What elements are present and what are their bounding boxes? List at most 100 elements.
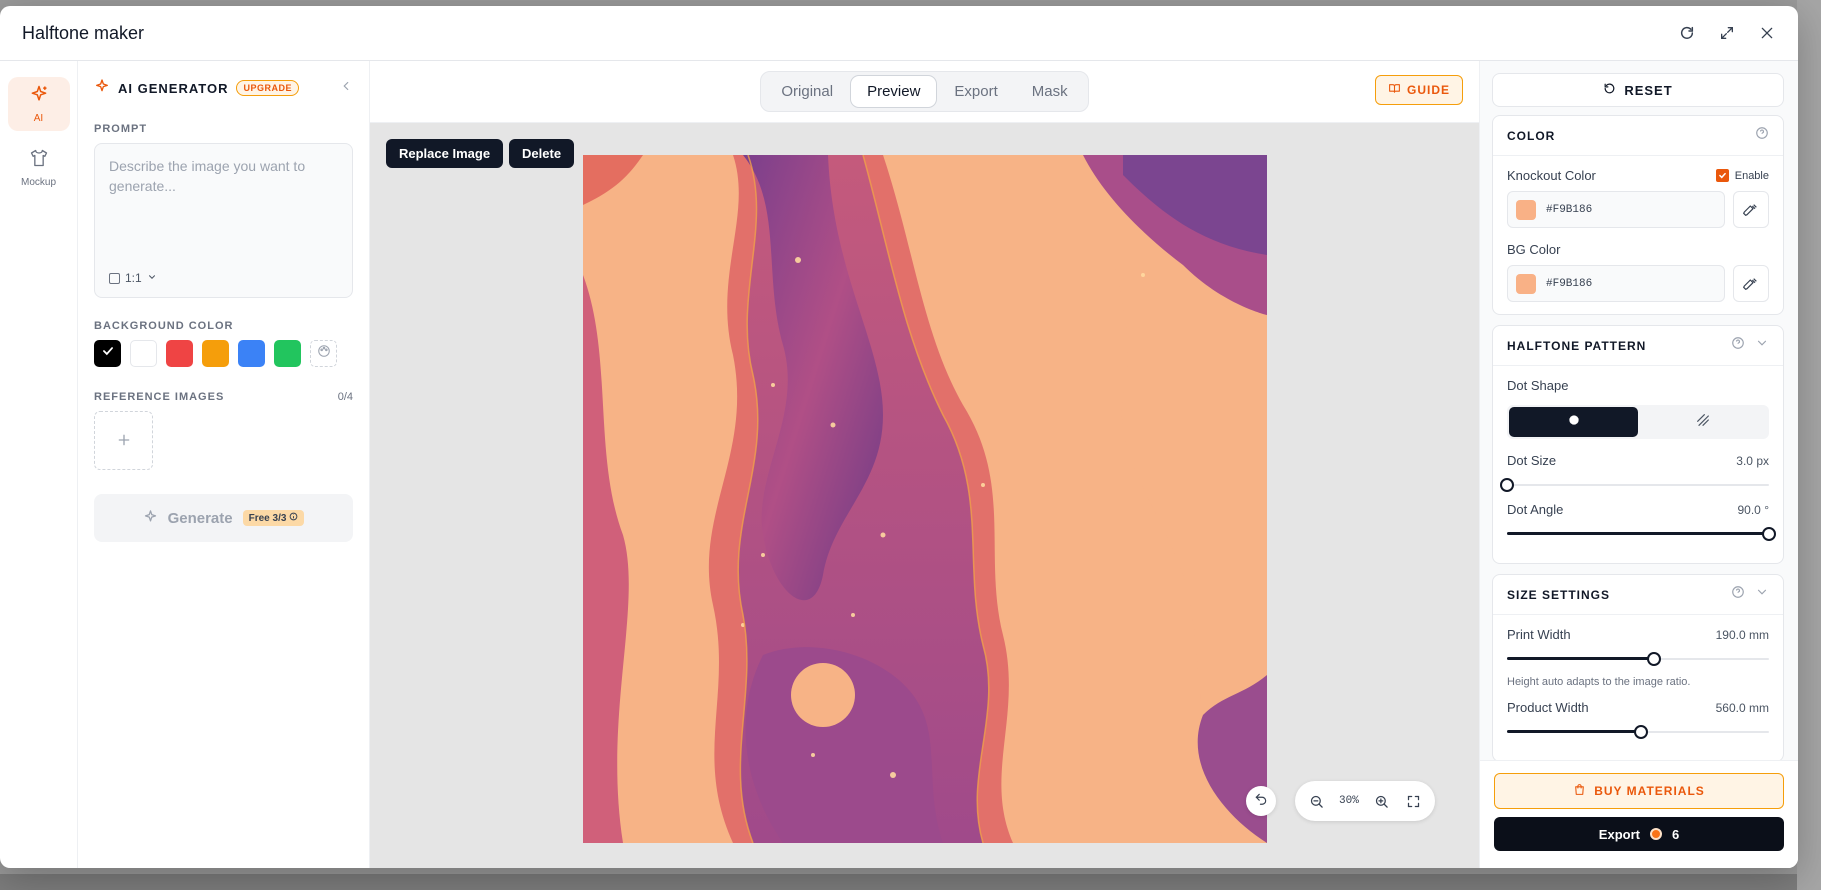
guide-label: GUIDE — [1406, 83, 1450, 97]
book-icon — [1388, 82, 1401, 98]
size-settings-card: SIZE SETTINGS Print Width 190.0 mm Heigh… — [1492, 574, 1784, 760]
print-width-slider[interactable] — [1507, 650, 1769, 668]
bg-color-field[interactable]: #F9B186 — [1507, 265, 1725, 302]
diagonal-lines-icon — [1695, 412, 1711, 433]
slider-thumb[interactable] — [1500, 478, 1514, 492]
image-canvas[interactable]: Replace Image Delete 30% — [370, 123, 1479, 868]
modal-title: Halftone maker — [22, 22, 145, 43]
zoom-out-icon[interactable] — [1307, 792, 1325, 810]
palette-icon — [317, 344, 331, 363]
chevron-down-icon — [147, 271, 157, 285]
image-actions: Replace Image Delete — [386, 139, 575, 168]
rail-item-label: Mockup — [20, 177, 56, 188]
prompt-box: 1:1 — [94, 143, 353, 298]
halftone-card-header[interactable]: HALFTONE PATTERN — [1493, 326, 1783, 366]
guide-button[interactable]: GUIDE — [1374, 75, 1463, 105]
help-icon[interactable] — [1731, 585, 1745, 604]
print-width-unit: mm — [1749, 627, 1769, 642]
reference-images-header: REFERENCE IMAGES 0/4 — [94, 391, 353, 403]
swatch-red[interactable] — [166, 340, 193, 367]
swatch-blue[interactable] — [238, 340, 265, 367]
halftone-preview-image — [583, 155, 1267, 843]
dot-angle-row: Dot Angle 90.0 ° — [1507, 502, 1769, 517]
custom-color-button[interactable] — [310, 340, 337, 367]
color-card-body: Knockout Color Enable #F9B186 BG Color #… — [1493, 156, 1783, 314]
tab-original[interactable]: Original — [765, 76, 849, 107]
settings-scroll[interactable]: RESET COLOR Knockout Color Enable #F9B18… — [1480, 61, 1798, 760]
zoom-in-icon[interactable] — [1373, 792, 1391, 810]
print-width-value-wrap: 190.0 mm — [1716, 628, 1769, 642]
help-icon[interactable] — [1731, 336, 1745, 355]
tab-export[interactable]: Export — [938, 76, 1013, 107]
background-bottom-bar — [0, 874, 1821, 890]
reset-icon — [1603, 82, 1616, 98]
product-width-slider[interactable] — [1507, 723, 1769, 741]
reference-images-count: 0/4 — [337, 391, 353, 403]
color-card-header: COLOR — [1493, 116, 1783, 156]
knockout-color-label: Knockout Color — [1507, 168, 1596, 183]
fit-screen-icon[interactable] — [1405, 792, 1423, 810]
upgrade-badge[interactable]: UPGRADE — [236, 80, 299, 96]
panel-title: AI GENERATOR — [118, 80, 229, 96]
plus-icon — [116, 428, 132, 454]
tab-preview[interactable]: Preview — [851, 76, 937, 107]
rail-item-mockup[interactable]: Mockup — [8, 141, 70, 195]
generate-button[interactable]: Generate Free 3/3 — [94, 494, 353, 542]
color-card-title: COLOR — [1507, 128, 1556, 143]
reset-button[interactable]: RESET — [1492, 73, 1784, 107]
product-width-value: 560.0 — [1715, 700, 1746, 715]
size-card-header[interactable]: SIZE SETTINGS — [1493, 575, 1783, 615]
eyedropper-icon[interactable] — [1733, 265, 1769, 302]
card-icons — [1731, 336, 1769, 355]
knockout-color-hex: #F9B186 — [1546, 203, 1593, 216]
product-width-value-wrap: 560.0 mm — [1716, 701, 1769, 715]
slider-fill — [1507, 532, 1769, 535]
add-reference-image-button[interactable] — [94, 411, 153, 470]
buy-materials-button[interactable]: BUY MATERIALS — [1494, 773, 1784, 809]
dot-angle-slider[interactable] — [1507, 525, 1776, 543]
slider-thumb[interactable] — [1762, 527, 1776, 541]
panel-header: AI GENERATOR UPGRADE — [94, 77, 353, 99]
collapse-panel-icon[interactable] — [339, 79, 353, 98]
help-icon[interactable] — [1755, 126, 1769, 145]
tshirt-icon — [29, 148, 49, 173]
prompt-input[interactable] — [109, 156, 338, 246]
product-width-row: Product Width 560.0 mm — [1507, 700, 1769, 715]
enable-knockout-checkbox[interactable]: Enable — [1715, 169, 1769, 182]
dot-shape-line-option[interactable] — [1638, 407, 1767, 437]
chevron-down-icon[interactable] — [1755, 336, 1769, 355]
dot-angle-value: 90.0 — [1737, 502, 1761, 517]
eyedropper-icon[interactable] — [1733, 191, 1769, 228]
chevron-down-icon[interactable] — [1755, 585, 1769, 604]
expand-icon[interactable] — [1718, 24, 1736, 42]
info-icon — [289, 512, 298, 524]
zoom-level: 30% — [1339, 795, 1359, 807]
swatch-white[interactable] — [130, 340, 157, 367]
close-icon[interactable] — [1758, 24, 1776, 42]
swatch-green[interactable] — [274, 340, 301, 367]
dot-size-unit: px — [1756, 453, 1769, 468]
aspect-ratio-select[interactable]: 1:1 — [109, 271, 157, 285]
halftone-card-title: HALFTONE PATTERN — [1507, 338, 1647, 353]
slider-fill — [1507, 657, 1654, 660]
delete-button[interactable]: Delete — [509, 139, 575, 168]
dot-size-slider[interactable] — [1500, 476, 1769, 494]
knockout-color-field[interactable]: #F9B186 — [1507, 191, 1725, 228]
replace-image-button[interactable]: Replace Image — [386, 139, 504, 168]
undo-button[interactable] — [1246, 786, 1276, 816]
export-button[interactable]: Export 6 — [1494, 817, 1784, 851]
dot-angle-value-wrap: 90.0 ° — [1737, 503, 1769, 517]
slider-thumb[interactable] — [1633, 725, 1648, 739]
slider-fill — [1507, 730, 1641, 733]
refresh-icon[interactable] — [1678, 24, 1696, 42]
swatch-orange[interactable] — [202, 340, 229, 367]
rail-item-ai[interactable]: AI — [7, 77, 70, 131]
rail-item-label: AI — [33, 113, 44, 124]
settings-panel: RESET COLOR Knockout Color Enable #F9B18… — [1479, 61, 1798, 868]
export-label: Export — [1598, 826, 1640, 842]
tab-mask[interactable]: Mask — [1016, 76, 1084, 107]
dot-shape-circle-option[interactable] — [1509, 407, 1638, 437]
swatch-black[interactable] — [94, 340, 121, 367]
bg-color-hex: #F9B186 — [1546, 277, 1593, 290]
slider-thumb[interactable] — [1646, 652, 1661, 666]
